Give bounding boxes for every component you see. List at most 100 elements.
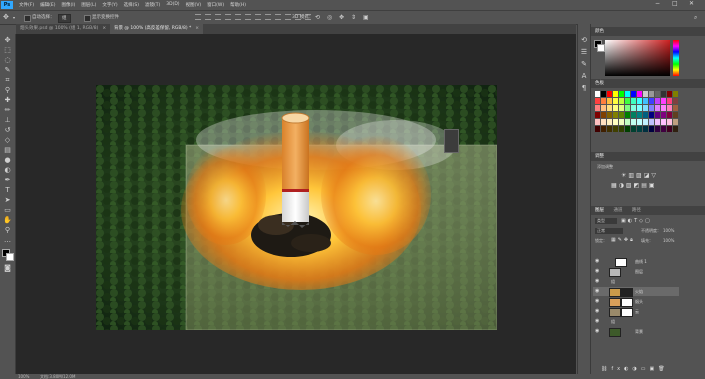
color-swatch[interactable]	[631, 105, 636, 111]
hand-tool-icon[interactable]: ✋	[3, 216, 12, 225]
crop-tool-icon[interactable]: ⌗	[3, 76, 12, 85]
show-transform-checkbox[interactable]	[84, 15, 91, 22]
color-swatch[interactable]	[661, 112, 666, 118]
visibility-eye-icon[interactable]: ◉	[595, 319, 600, 324]
color-swatch[interactable]	[601, 112, 606, 118]
distribute-middle-icon[interactable]	[265, 14, 271, 20]
color-swatch[interactable]	[673, 112, 678, 118]
color-swatch[interactable]	[643, 126, 648, 132]
distribute-bottom-icon[interactable]	[275, 14, 281, 20]
brush-tool-icon[interactable]: ✏	[3, 106, 12, 115]
color-swatch[interactable]	[673, 91, 678, 97]
color-swatch[interactable]	[613, 119, 618, 125]
lock-icons[interactable]: ▦✎✥🔒︎	[611, 237, 635, 243]
color-swatch[interactable]	[655, 91, 660, 97]
color-swatch[interactable]	[673, 119, 678, 125]
color-swatch[interactable]	[667, 119, 672, 125]
color-swatch[interactable]	[661, 91, 666, 97]
color-swatch[interactable]	[607, 119, 612, 125]
color-swatch[interactable]	[595, 91, 600, 97]
auto-select-dropdown[interactable]: 组	[58, 14, 71, 23]
bg-color-chip[interactable]	[597, 44, 605, 52]
color-swatch[interactable]	[595, 105, 600, 111]
menu-filter[interactable]: 滤镜(T)	[145, 2, 160, 8]
layers-footer-buttons[interactable]: ⛓fx◐◑▭▣🗑︎	[601, 366, 669, 372]
color-swatch[interactable]	[643, 105, 648, 111]
color-swatch[interactable]	[667, 126, 672, 132]
color-swatch[interactable]	[655, 98, 660, 104]
shape-tool-icon[interactable]: ▭	[3, 206, 12, 215]
visibility-eye-icon[interactable]: ◉	[595, 259, 600, 264]
color-swatch[interactable]	[631, 112, 636, 118]
dodge-tool-icon[interactable]: ◐	[3, 166, 12, 175]
search-icon[interactable]: ⌕	[694, 14, 697, 21]
swatch-grid[interactable]	[595, 91, 681, 139]
color-swatch[interactable]	[643, 91, 648, 97]
menu-image[interactable]: 图像(I)	[61, 2, 75, 8]
auto-select-checkbox[interactable]	[24, 15, 31, 22]
history-brush-tool-icon[interactable]: ↺	[3, 126, 12, 135]
color-swatch[interactable]	[613, 126, 618, 132]
color-swatch[interactable]	[625, 91, 630, 97]
properties-icon[interactable]: ☰	[580, 48, 588, 56]
maximize-button[interactable]: □	[672, 0, 678, 7]
visibility-eye-icon[interactable]: ◉	[595, 299, 600, 304]
color-swatch[interactable]	[607, 91, 612, 97]
align-left-icon[interactable]	[225, 14, 231, 20]
preset-arrow-icon[interactable]: ▾	[13, 14, 15, 21]
color-swatch[interactable]	[595, 98, 600, 104]
menu-type[interactable]: 文字(Y)	[102, 2, 117, 8]
align-center-icon[interactable]	[235, 14, 241, 20]
3d-rotate-icon[interactable]: ⟲	[315, 14, 320, 21]
color-swatch[interactable]	[637, 119, 642, 125]
color-swatch[interactable]	[673, 126, 678, 132]
color-swatch[interactable]	[625, 105, 630, 111]
align-right-icon[interactable]	[245, 14, 251, 20]
floating-widget[interactable]	[444, 129, 459, 153]
color-swatch[interactable]	[601, 119, 606, 125]
move-tool-icon[interactable]: ✥	[3, 36, 12, 45]
color-panel-header[interactable]: 颜色	[591, 27, 705, 36]
color-swatch[interactable]	[637, 112, 642, 118]
close-tab-icon[interactable]: ×	[195, 26, 199, 31]
blend-mode-dropdown[interactable]: 正常	[595, 228, 623, 234]
pen-tool-icon[interactable]: ✒	[3, 176, 12, 185]
layer-row-selected[interactable]: ◉ 火焰	[593, 287, 679, 297]
color-swatch[interactable]	[613, 91, 618, 97]
color-swatch[interactable]	[637, 98, 642, 104]
color-swatch[interactable]	[601, 98, 606, 104]
visibility-eye-icon[interactable]: ◉	[595, 269, 600, 274]
paragraph-icon[interactable]: ¶	[580, 84, 588, 92]
menu-layer[interactable]: 图层(L)	[81, 2, 96, 8]
color-swatch[interactable]	[667, 112, 672, 118]
align-bottom-icon[interactable]	[215, 14, 221, 20]
color-swatch[interactable]	[595, 112, 600, 118]
color-swatch[interactable]	[673, 105, 678, 111]
color-swatch[interactable]	[595, 126, 600, 132]
color-swatch[interactable]	[649, 126, 654, 132]
menu-3d[interactable]: 3D(D)	[166, 2, 179, 7]
fill-value[interactable]: 100%	[663, 238, 674, 243]
3d-scale-icon[interactable]: ▣	[363, 14, 369, 21]
visibility-eye-icon[interactable]: ◉	[595, 329, 600, 334]
color-swatch[interactable]	[643, 112, 648, 118]
color-swatch[interactable]	[649, 105, 654, 111]
color-swatch[interactable]	[643, 98, 648, 104]
color-swatch[interactable]	[625, 126, 630, 132]
color-swatch[interactable]	[661, 105, 666, 111]
layer-row[interactable]: ◉ 组	[593, 317, 679, 326]
visibility-eye-icon[interactable]: ◉	[595, 289, 600, 294]
color-swatch[interactable]	[667, 98, 672, 104]
color-swatch[interactable]	[631, 119, 636, 125]
color-swatch[interactable]	[655, 126, 660, 132]
visibility-eye-icon[interactable]: ◉	[595, 279, 600, 284]
color-swatch[interactable]	[625, 119, 630, 125]
color-swatch[interactable]	[661, 126, 666, 132]
kind-filter-dropdown[interactable]: 类型	[595, 218, 617, 224]
gradient-tool-icon[interactable]: ▤	[3, 146, 12, 155]
distribute-top-icon[interactable]	[255, 14, 261, 20]
color-swatch[interactable]	[655, 119, 660, 125]
opacity-value[interactable]: 100%	[663, 228, 674, 233]
swatches-panel-header[interactable]: 色板	[591, 79, 705, 88]
blur-tool-icon[interactable]: ●	[3, 156, 12, 165]
